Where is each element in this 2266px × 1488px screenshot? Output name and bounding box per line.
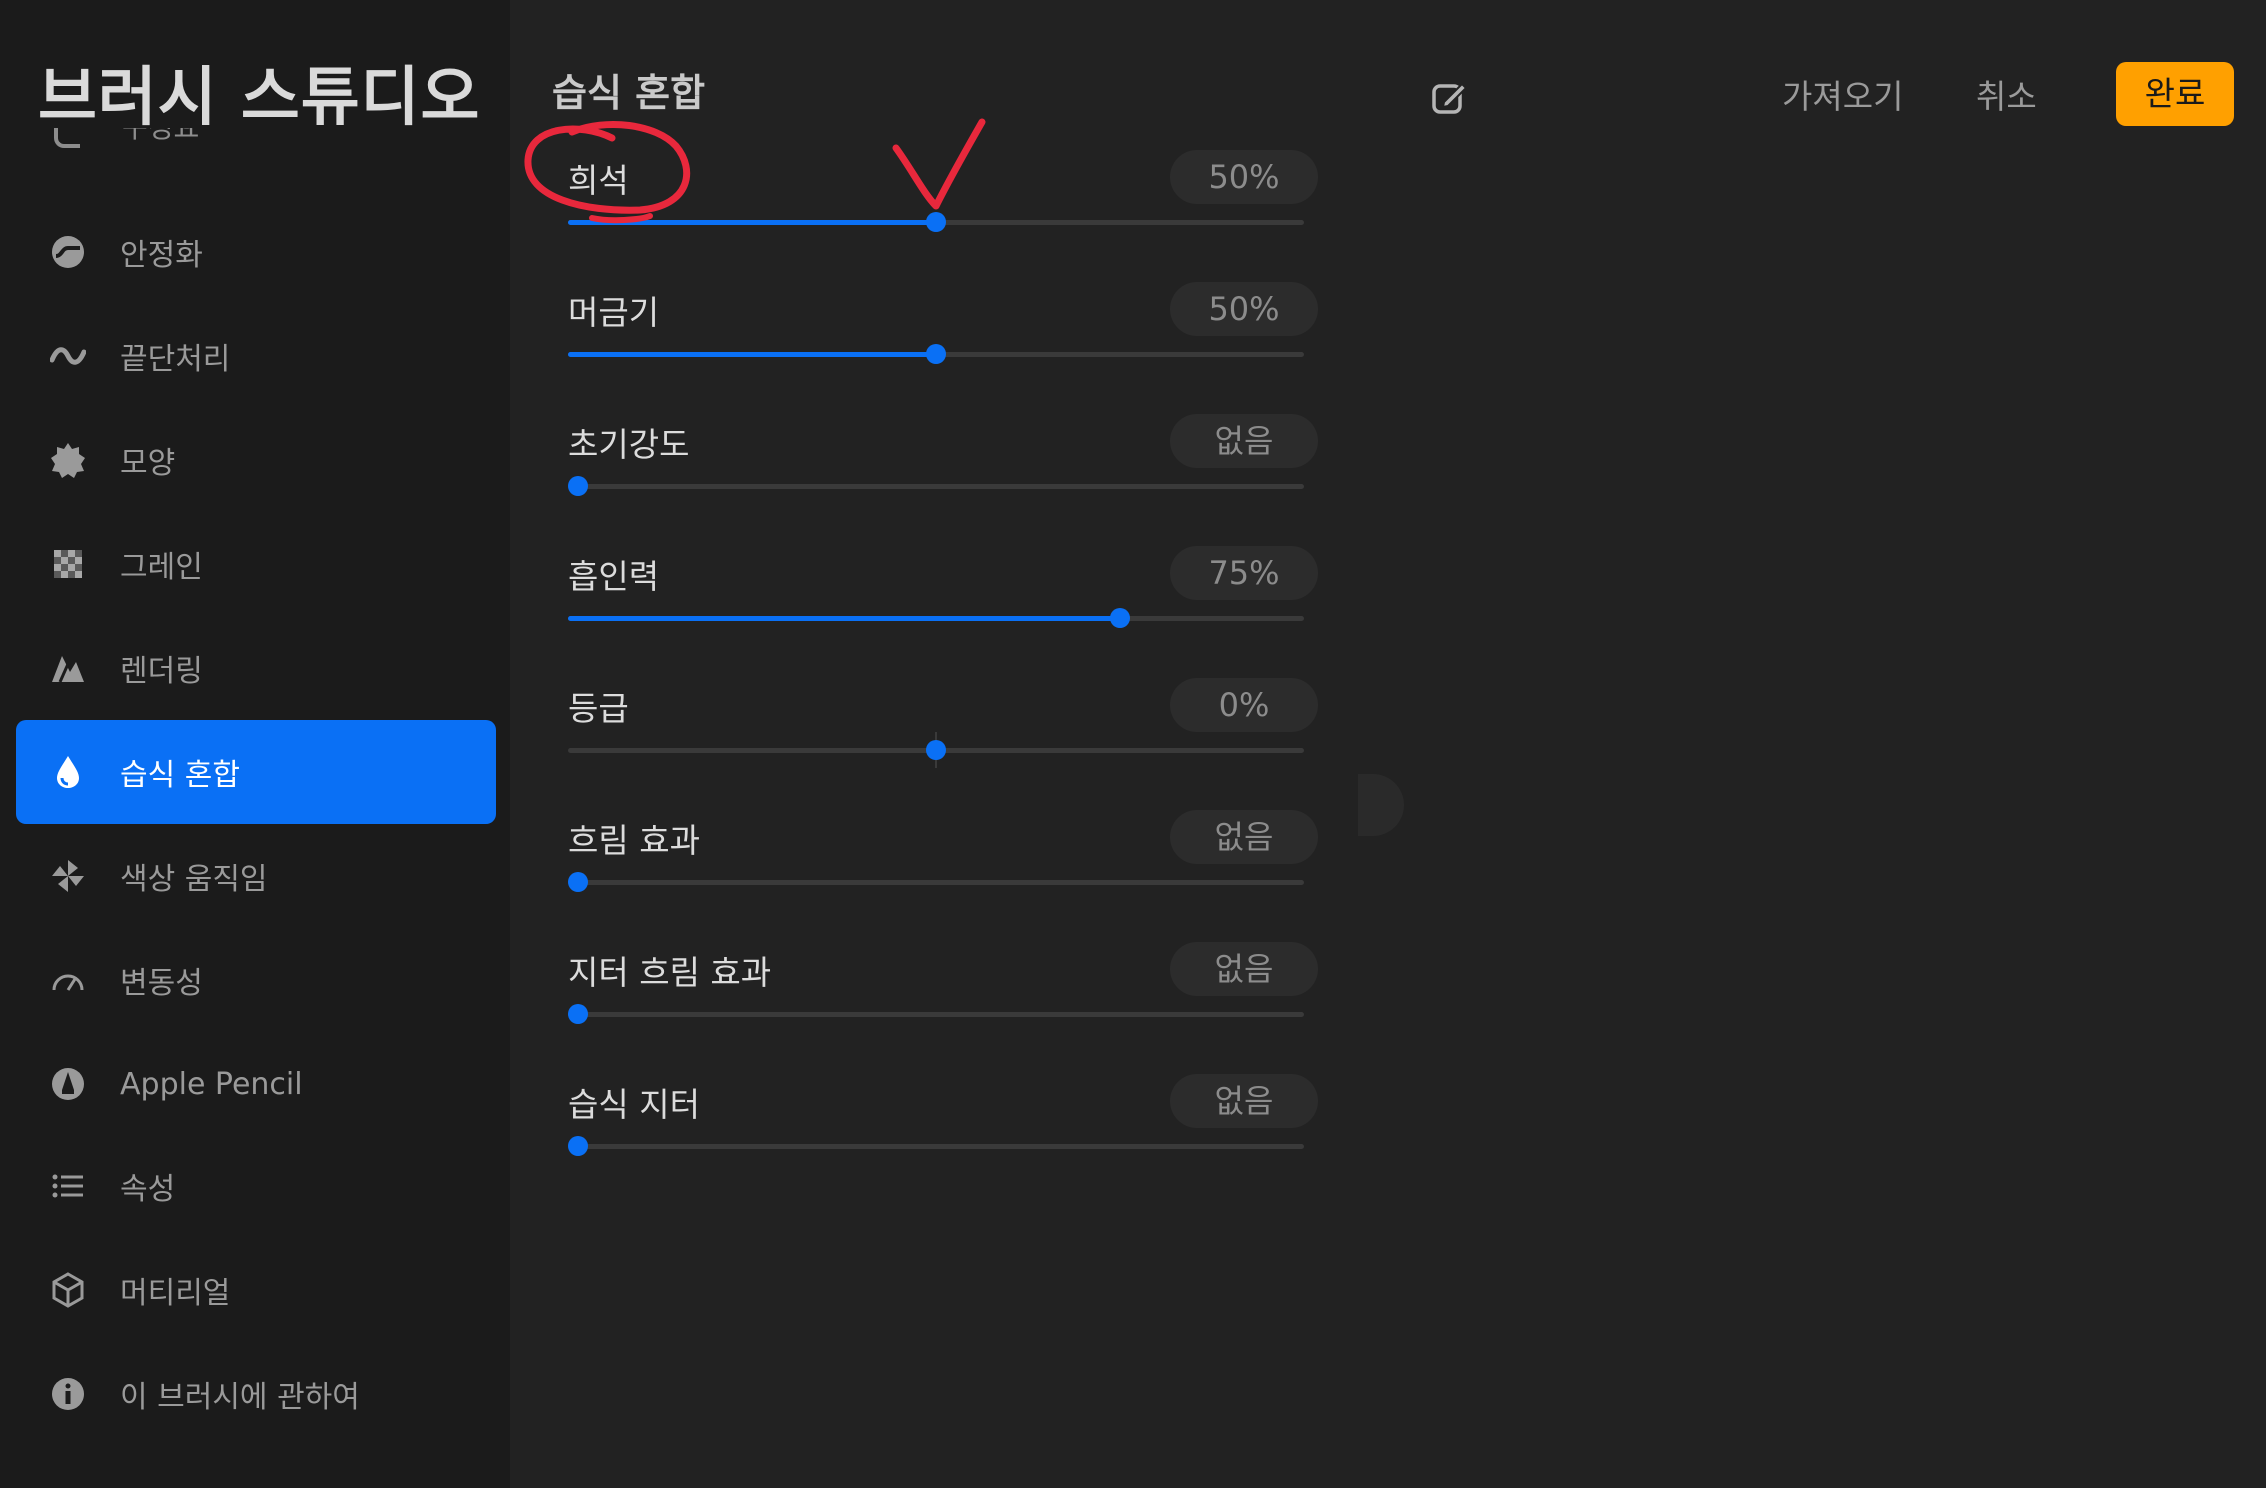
taper-wave-icon — [48, 336, 88, 376]
sidebar-item-label: 색상 움직임 — [120, 862, 268, 897]
slider-knob[interactable] — [926, 212, 946, 232]
setting-pull: 흡인력 75% — [510, 546, 1358, 670]
setting-grade: 등급 0% — [510, 678, 1358, 802]
gauge-icon — [48, 960, 88, 1000]
grain-checker-icon — [48, 544, 88, 584]
setting-label: 초기강도 — [568, 425, 690, 464]
sidebar-item-variability[interactable]: 변동성 — [16, 928, 496, 1032]
slider-knob[interactable] — [926, 344, 946, 364]
setting-label: 지터 흐림 효과 — [568, 953, 772, 992]
sidebar-item-label: 습식 혼합 — [120, 758, 240, 793]
sidebar-item-apple-pencil[interactable]: Apple Pencil — [16, 1032, 496, 1136]
list-icon — [48, 1166, 88, 1206]
slider-track[interactable] — [568, 1004, 1304, 1024]
sidebar-item-label: 머티리얼 — [120, 1276, 231, 1311]
edit-square-icon[interactable] — [1430, 78, 1470, 118]
rendering-icon — [48, 648, 88, 688]
slider-knob[interactable] — [568, 1136, 589, 1156]
sidebar-item-partial[interactable]: 구성요 — [50, 128, 210, 164]
setting-attack: 초기강도 없음 — [510, 414, 1358, 538]
partial-icon — [54, 128, 80, 148]
sidebar-item-label: 변동성 — [120, 966, 203, 1001]
slider-track[interactable] — [568, 872, 1304, 892]
slider-track[interactable] — [568, 212, 1304, 232]
setting-label: 흐림 효과 — [568, 821, 700, 860]
sidebar-item-about[interactable]: 이 브러시에 관하여 — [16, 1342, 496, 1446]
sidebar-item-label: 안정화 — [120, 238, 203, 273]
sidebar-item-stabilization[interactable]: 안정화 — [16, 200, 496, 304]
setting-label: 흡인력 — [568, 557, 660, 596]
shape-badge-icon — [48, 440, 88, 480]
setting-value-pill[interactable]: 0% — [1170, 678, 1318, 732]
setting-value-pill[interactable]: 없음 — [1170, 942, 1318, 996]
pencil-tip-icon — [48, 1064, 88, 1104]
slider-track[interactable] — [568, 344, 1304, 364]
slider-knob[interactable] — [568, 1004, 589, 1024]
sidebar-item-label: 구성요 — [122, 128, 199, 146]
slider-track[interactable] — [568, 732, 1304, 768]
setting-dilution: 희석 50% — [510, 150, 1358, 274]
setting-value-pill[interactable]: 없음 — [1170, 810, 1318, 864]
slider-track[interactable] — [568, 476, 1304, 496]
slider-knob[interactable] — [926, 740, 946, 760]
setting-label: 습식 지터 — [568, 1085, 700, 1124]
setting-value-pill[interactable]: 없음 — [1170, 414, 1318, 468]
sidebar-item-label: Apple Pencil — [120, 1066, 303, 1102]
sidebar-item-rendering[interactable]: 렌더링 — [16, 616, 496, 720]
sidebar-item-label: 그레인 — [120, 550, 203, 585]
sidebar-item-label: 렌더링 — [120, 654, 203, 689]
slider-knob[interactable] — [568, 476, 589, 496]
setting-label: 등급 — [568, 689, 629, 728]
sidebar-item-label: 속성 — [120, 1172, 176, 1207]
sidebar-item-label: 끝단처리 — [120, 342, 231, 377]
setting-label: 머금기 — [568, 293, 660, 332]
setting-value-pill[interactable]: 없음 — [1170, 1074, 1318, 1128]
info-icon — [48, 1374, 88, 1414]
sidebar-item-color-dynamics[interactable]: 색상 움직임 — [16, 824, 496, 928]
slider-knob[interactable] — [568, 872, 589, 892]
water-drop-icon — [48, 752, 88, 792]
cube-icon — [48, 1270, 88, 1310]
slider-knob[interactable] — [1110, 608, 1130, 628]
setting-blur: 흐림 효과 없음 — [510, 810, 1358, 934]
sidebar-item-wet-mix[interactable]: 습식 혼합 — [16, 720, 496, 824]
sidebar-item-label: 모양 — [120, 446, 176, 481]
sidebar-item-materials[interactable]: 머티리얼 — [16, 1238, 496, 1342]
sidebar-item-taper[interactable]: 끝단처리 — [16, 304, 496, 408]
settings-panel: 습식 혼합 희석 50% 머금기 50% 초기강도 없음 흡인력 75% 등급 … — [510, 0, 1358, 1488]
sidebar-item-grain[interactable]: 그레인 — [16, 512, 496, 616]
slider-track[interactable] — [568, 1136, 1304, 1156]
sidebar-item-properties[interactable]: 속성 — [16, 1134, 496, 1238]
import-button[interactable]: 가져오기 — [1782, 70, 1903, 118]
cancel-button[interactable]: 취소 — [1976, 70, 2037, 118]
sidebar-item-shape[interactable]: 모양 — [16, 408, 496, 512]
stabilization-icon — [48, 232, 88, 272]
setting-charge: 머금기 50% — [510, 282, 1358, 406]
preview-canvas[interactable] — [1358, 0, 2266, 1488]
sidebar: 브러시 스튜디오 구성요 안정화 끝단처리 모양 — [0, 0, 510, 1488]
slider-track[interactable] — [568, 608, 1304, 628]
setting-value-pill[interactable]: 50% — [1170, 150, 1318, 204]
setting-value-pill[interactable]: 50% — [1170, 282, 1318, 336]
app-title: 브러시 스튜디오 — [38, 61, 481, 135]
done-button[interactable]: 완료 — [2116, 62, 2234, 126]
pinwheel-icon — [48, 856, 88, 896]
setting-label: 희석 — [568, 161, 629, 200]
setting-value-pill[interactable]: 75% — [1170, 546, 1318, 600]
sidebar-item-label: 이 브러시에 관하여 — [120, 1380, 360, 1415]
setting-blur-jitter: 지터 흐림 효과 없음 — [510, 942, 1358, 1066]
setting-wet-jitter: 습식 지터 없음 — [510, 1074, 1358, 1198]
panel-title: 습식 혼합 — [552, 71, 706, 115]
